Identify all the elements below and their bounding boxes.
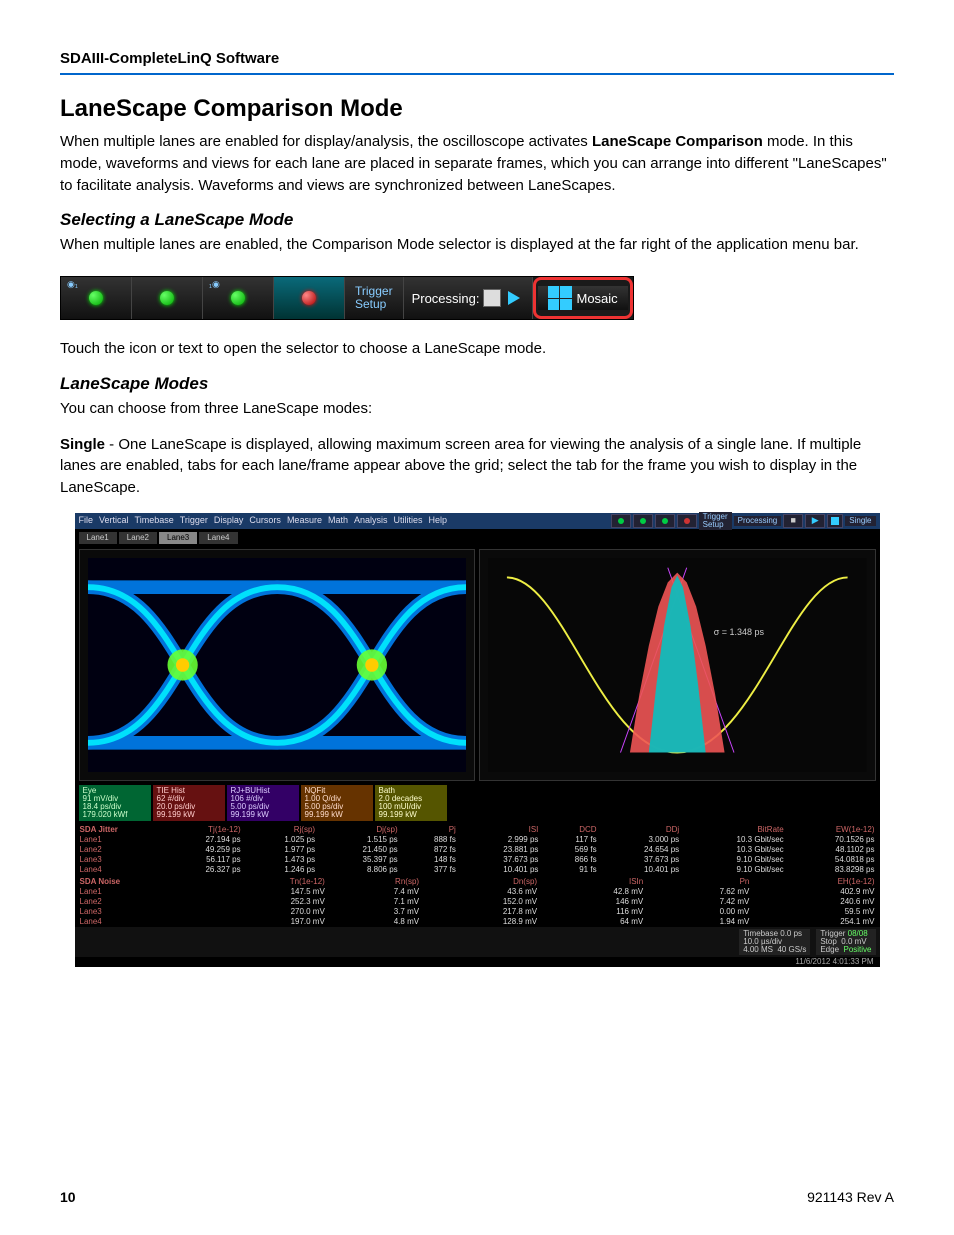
modes-intro: You can choose from three LaneScape mode… bbox=[60, 398, 894, 420]
processing-label: Processing: bbox=[412, 291, 480, 306]
table-row: Lane249.259 ps1.977 ps21.450 ps872 fs23.… bbox=[75, 845, 880, 855]
scope-screenshot: File Vertical Timebase Trigger Display Cursor… bbox=[75, 513, 880, 967]
single-label: Single bbox=[60, 436, 105, 453]
table-row: Lane2252.3 mV7.1 mV152.0 mV146 mV7.42 mV… bbox=[75, 897, 880, 907]
toolbar-figure: ◉₁ ₁◉ Trigger Setup Processing: Mosaic bbox=[60, 276, 634, 320]
eye-diagram-panel bbox=[79, 549, 476, 781]
lane-tab-1: Lane1 bbox=[79, 532, 117, 544]
menu-analysis: Analysis bbox=[354, 516, 388, 525]
scope-trigger-setup: TriggerSetup bbox=[699, 512, 732, 530]
trigger-label-2: Setup bbox=[355, 298, 393, 311]
scope-play-icon: ▶ bbox=[805, 514, 825, 528]
scope-processing: Processing bbox=[734, 516, 782, 526]
lane-select-1-icon: ◉₁ bbox=[61, 277, 132, 319]
scope-lane3-icon bbox=[655, 514, 675, 528]
chan-bath: Bath2.0 decades100 mUI/div99.199 kW bbox=[375, 785, 447, 821]
lane-select-3-icon: ₁◉ bbox=[203, 277, 274, 319]
scope-lane1-icon bbox=[611, 514, 631, 528]
heading-lanescape-comparison: LaneScape Comparison Mode bbox=[60, 95, 894, 123]
scope-mode-label: Single bbox=[845, 516, 875, 526]
scope-lane-tabs: Lane1Lane2Lane3Lane4 bbox=[75, 529, 880, 547]
chan-rj: RJ+BUHist106 #/div5.00 ps/div99.199 kW bbox=[227, 785, 299, 821]
table-row: Lane356.117 ps1.473 ps35.397 ps148 fs37.… bbox=[75, 855, 880, 865]
lane-tab-2: Lane2 bbox=[119, 532, 157, 544]
lane-tab-4: Lane4 bbox=[199, 532, 237, 544]
selecting-paragraph: When multiple lanes are enabled, the Com… bbox=[60, 234, 894, 256]
page-number: 10 bbox=[60, 1189, 76, 1205]
histogram-panel: σ = 1.348 ps bbox=[479, 549, 876, 781]
lane-select-2-icon bbox=[132, 277, 203, 319]
running-header: SDAIII-CompleteLinQ Software bbox=[60, 50, 894, 75]
menu-vertical: Vertical bbox=[99, 516, 129, 525]
table-row: Lane127.194 ps1.025 ps1.515 ps888 fs2.99… bbox=[75, 835, 880, 845]
lane-tab-3: Lane3 bbox=[159, 532, 197, 544]
mosaic-icon bbox=[548, 286, 572, 310]
chan-nq: NQFit1.00 Q/div5.00 ps/div99.199 kW bbox=[301, 785, 373, 821]
intro-paragraph: When multiple lanes are enabled for disp… bbox=[60, 131, 894, 196]
revision: 921143 Rev A bbox=[807, 1189, 894, 1205]
table-row: Lane3270.0 mV3.7 mV217.8 mV116 mV0.00 mV… bbox=[75, 907, 880, 917]
trigger-setup-button: Trigger Setup bbox=[345, 277, 404, 319]
single-mode-paragraph: Single - One LaneScape is displayed, all… bbox=[60, 434, 894, 499]
lane-select-4-icon bbox=[274, 277, 345, 319]
intro-bold: LaneScape Comparison bbox=[592, 133, 763, 150]
heading-lanescape-modes: LaneScape Modes bbox=[60, 374, 894, 394]
touch-instruction: Touch the icon or text to open the selec… bbox=[60, 338, 894, 360]
table-row: Lane1147.5 mV7.4 mV43.6 mV42.8 mV7.62 mV… bbox=[75, 887, 880, 897]
timebase-box: Timebase 0.0 ps 10.0 µs/div 4.00 MS 40 G… bbox=[739, 929, 810, 955]
play-icon bbox=[508, 291, 520, 305]
menu-timebase: Timebase bbox=[135, 516, 174, 525]
scope-lane4-icon bbox=[677, 514, 697, 528]
sigma-annotation: σ = 1.348 ps bbox=[714, 628, 764, 637]
menu-cursors: Cursors bbox=[249, 516, 281, 525]
channel-descriptors: Eye91 mV/div18.4 ps/div179.020 kWf TIE H… bbox=[75, 783, 880, 823]
trigger-box: Trigger 08/08 Stop 0.0 mV Edge Positive bbox=[816, 929, 875, 955]
heading-selecting-mode: Selecting a LaneScape Mode bbox=[60, 210, 894, 230]
scope-right-controls: TriggerSetup Processing ■ ▶ Single bbox=[611, 512, 876, 530]
chan-eye: Eye91 mV/div18.4 ps/div179.020 kWf bbox=[79, 785, 151, 821]
menu-math: Math bbox=[328, 516, 348, 525]
noise-table: SDA NoiseTn(1e-12)Rn(sp)Dn(sp)ISInPnEH(1… bbox=[75, 877, 880, 927]
menu-utilities: Utilities bbox=[393, 516, 422, 525]
intro-text-a: When multiple lanes are enabled for disp… bbox=[60, 133, 592, 150]
menu-file: File bbox=[79, 516, 94, 525]
scope-mode-icon bbox=[827, 514, 843, 528]
scope-lane2-icon bbox=[633, 514, 653, 528]
menu-display: Display bbox=[214, 516, 244, 525]
page-footer: 10 921143 Rev A bbox=[60, 1189, 894, 1205]
menu-trigger: Trigger bbox=[180, 516, 208, 525]
table-row: Lane426.327 ps1.246 ps8.806 ps377 fs10.4… bbox=[75, 865, 880, 875]
mode-selector-highlight: Mosaic bbox=[533, 277, 633, 319]
menu-measure: Measure bbox=[287, 516, 322, 525]
scope-stop-icon: ■ bbox=[783, 514, 803, 528]
mosaic-label: Mosaic bbox=[577, 291, 618, 306]
timestamp: 11/6/2012 4:01:33 PM bbox=[75, 957, 880, 967]
mosaic-mode-button: Mosaic bbox=[538, 286, 628, 310]
jitter-table: SDA JitterTj(1e-12)Rj(sp)Dj(sp)PjISIDCDD… bbox=[75, 825, 880, 875]
menu-help: Help bbox=[429, 516, 448, 525]
single-text: - One LaneScape is displayed, allowing m… bbox=[60, 436, 861, 497]
chan-tie: TIE Hist62 #/div20.0 ps/div99.199 kW bbox=[153, 785, 225, 821]
table-row: Lane4197.0 mV4.8 mV128.9 mV64 mV1.94 mV2… bbox=[75, 917, 880, 927]
status-bar: Timebase 0.0 ps 10.0 µs/div 4.00 MS 40 G… bbox=[75, 927, 880, 957]
stop-icon bbox=[483, 289, 501, 307]
processing-panel: Processing: bbox=[404, 277, 533, 319]
scope-grids: σ = 1.348 ps bbox=[75, 547, 880, 783]
scope-menubar: File Vertical Timebase Trigger Display Cursor… bbox=[75, 513, 880, 529]
